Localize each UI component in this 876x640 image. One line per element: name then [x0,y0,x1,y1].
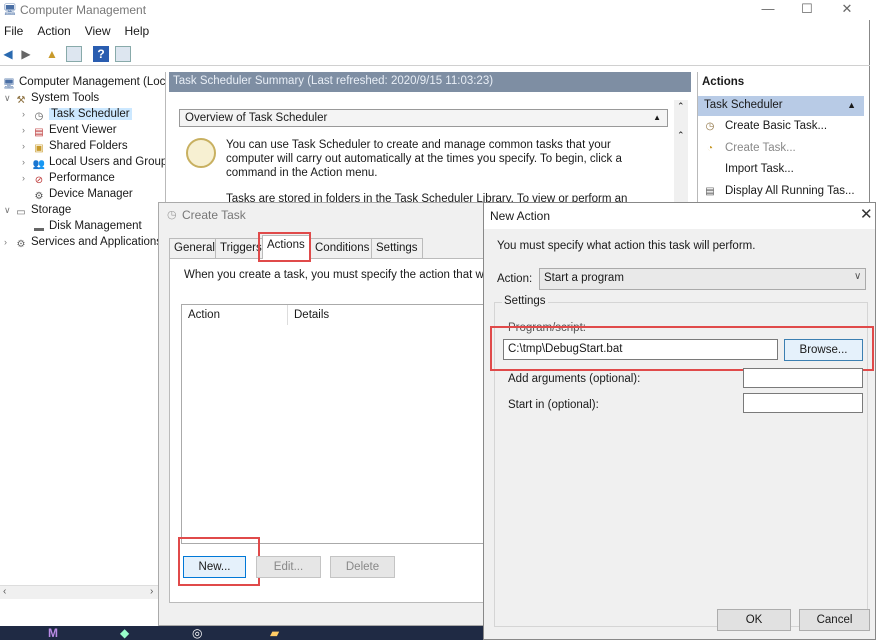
collapse-arrow-icon[interactable]: ▲ [653,113,661,122]
tree-item-disk-management[interactable]: ▬ Disk Management [22,218,142,234]
tree-item-storage[interactable]: ∨ ▭ Storage [4,202,71,218]
action-import-task[interactable]: Import Task... [725,163,794,175]
tab-general[interactable]: General [169,238,220,258]
actions-header: Actions [702,76,745,88]
minimize-button[interactable]: — [753,1,783,17]
tree-horizontal-scrollbar[interactable]: ‹ › [0,585,166,599]
tree-item-task-scheduler[interactable]: › ◷ Task Scheduler [22,106,132,122]
action-label: Action: [497,273,533,285]
program-script-input[interactable]: C:\tmp\DebugStart.bat [503,339,778,360]
tab-actions[interactable]: Actions [262,235,310,259]
tree-item-performance[interactable]: › ⊘ Performance [22,170,115,186]
new-action-title: New Action [490,209,551,223]
tree-item-system-tools[interactable]: ∨ ⚒ System Tools [4,90,99,106]
navigation-tree: 🖥 Computer Management (Local ∨ ⚒ System Too… [0,72,166,587]
tree-item-services[interactable]: › ⚙ Services and Applications [4,234,162,250]
create-task-description: When you create a task, you must specify… [184,269,507,281]
back-arrow-icon[interactable]: ◀ [0,46,16,62]
menu-help[interactable]: Help [125,24,150,38]
expand-icon[interactable]: › [4,234,14,250]
action-create-basic-task[interactable]: Create Basic Task... [725,120,827,132]
column-header-details[interactable]: Details [294,309,329,321]
create-basic-task-icon: ◷ [705,121,715,132]
taskbar [0,626,483,640]
overview-text: You can use Task Scheduler to create and… [226,139,622,179]
chevron-down-icon[interactable]: ∨ [854,271,861,282]
maximize-button[interactable]: ☐ [792,1,822,17]
delete-action-button[interactable]: Delete [330,556,395,578]
title-bar: 🖥 Computer Management [0,0,870,20]
scroll-up-icon[interactable]: ⌃ [677,101,685,112]
show-hide-tree-icon[interactable] [66,46,82,62]
task-scheduler-clock-icon [186,138,216,168]
add-arguments-label: Add arguments (optional): [508,373,641,385]
app-icon: 🖥 [3,4,17,16]
tab-triggers[interactable]: Triggers [215,238,267,258]
tree-item-shared-folders[interactable]: › ▣ Shared Folders [22,138,128,154]
actions-list[interactable] [181,304,488,544]
tree-item-root[interactable]: 🖥 Computer Management (Local [2,74,165,90]
collapse-arrow-icon[interactable]: ▲ [847,100,856,110]
tree-item-local-users[interactable]: › 👥 Local Users and Groups [22,154,165,170]
program-script-label: Program/script: [508,322,586,334]
file-explorer-icon[interactable]: ▰ [270,626,279,640]
server-manager-icon[interactable]: ◆ [120,626,129,640]
expand-icon[interactable]: › [22,170,32,186]
menu-action[interactable]: Action [37,24,70,38]
tree-item-event-viewer[interactable]: › ▤ Event Viewer [22,122,117,138]
expand-icon[interactable]: › [22,122,32,138]
running-tasks-icon: ▤ [705,186,715,197]
visual-studio-icon[interactable]: M [48,626,58,640]
forward-arrow-icon[interactable]: ▶ [18,46,34,62]
menu-file[interactable]: File [4,24,23,38]
help-icon[interactable]: ? [93,46,109,62]
services-icon: ⚙ [16,239,26,250]
column-header-action[interactable]: Action [188,309,220,321]
remote-desktop-icon[interactable]: ◎ [192,626,202,640]
expand-icon[interactable]: › [22,154,32,170]
overview-title: Overview of Task Scheduler [185,112,328,124]
settings-label: Settings [502,295,548,307]
close-button[interactable]: ✕ [832,1,862,17]
create-task-icon: ◔ [706,143,714,154]
create-task-title: Create Task [182,208,246,222]
tree-item-device-manager[interactable]: ⚙ Device Manager [22,186,133,202]
start-in-input[interactable] [743,393,863,413]
action-display-running-tasks[interactable]: Display All Running Tas... [725,185,855,197]
up-folder-icon[interactable]: ▲ [44,46,60,62]
new-action-button[interactable]: New... [183,556,246,578]
show-hide-action-pane-icon[interactable] [115,46,131,62]
start-in-label: Start in (optional): [508,399,599,411]
summary-header: Task Scheduler Summary (Last refreshed: … [169,72,691,92]
menu-bar: File Action View Help [0,24,159,42]
actions-section-task-scheduler[interactable]: Task Scheduler ▲ [698,96,864,116]
scroll-left-icon[interactable]: ‹ [3,586,6,597]
action-create-task[interactable]: Create Task... [725,142,796,154]
column-separator[interactable] [287,305,288,325]
expand-icon[interactable]: › [22,138,32,154]
window-title: Computer Management [20,3,147,17]
create-task-clock-icon: ◷ [167,209,177,221]
summary-vertical-scrollbar[interactable]: ⌃ ⌃ [674,100,688,207]
add-arguments-input[interactable] [743,368,863,388]
ok-button[interactable]: OK [717,609,791,631]
new-action-close-icon[interactable]: ✕ [860,205,873,223]
scroll-right-icon[interactable]: › [150,586,153,597]
new-action-message: You must specify what action this task w… [497,240,756,252]
cancel-button[interactable]: Cancel [799,609,870,631]
overview-section-header[interactable]: Overview of Task Scheduler ▲ [179,109,668,127]
tab-settings[interactable]: Settings [371,238,423,258]
action-type-select[interactable]: Start a program [539,268,866,290]
expand-icon[interactable]: › [22,106,32,122]
scroll-up-inner-icon[interactable]: ⌃ [677,130,685,141]
collapse-icon[interactable]: ∨ [4,202,14,218]
tab-conditions[interactable]: Conditions [310,238,375,258]
edit-action-button[interactable]: Edit... [256,556,321,578]
collapse-icon[interactable]: ∨ [4,90,14,106]
menu-view[interactable]: View [85,24,111,38]
browse-button[interactable]: Browse... [784,339,863,361]
